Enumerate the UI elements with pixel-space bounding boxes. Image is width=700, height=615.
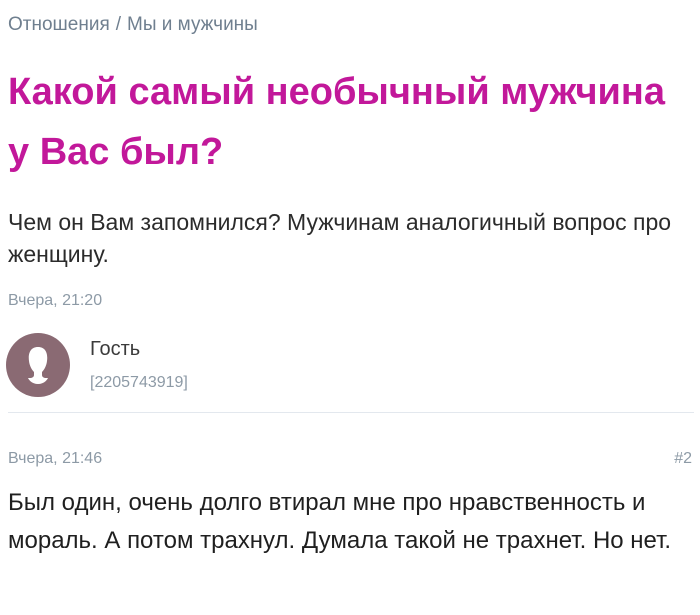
answer-date: Вчера, 21:46: [8, 450, 103, 467]
question-date: Вчера, 21:20: [8, 292, 103, 309]
answer-text: Был один, очень долго втирал мне про нра…: [8, 489, 672, 554]
author-block: Гость [2205743919]: [6, 330, 188, 400]
divider: [8, 412, 694, 413]
breadcrumb-separator: /: [115, 14, 122, 35]
question-text: Чем он Вам запомнился? Мужчинам аналогич…: [8, 209, 672, 267]
breadcrumb-link-current[interactable]: Мы и мужчины: [127, 14, 258, 35]
answer-number[interactable]: #2: [674, 450, 692, 468]
breadcrumb: Отношения / Мы и мужчины: [8, 14, 258, 36]
page-title: Какой самый необычный мужчина у Вас был?: [8, 71, 665, 173]
page: Отношения / Мы и мужчины Какой самый необы…: [0, 0, 700, 615]
breadcrumb-link-parent[interactable]: Отношения: [8, 14, 110, 35]
avatar[interactable]: [6, 333, 70, 397]
user-silhouette-icon: [28, 347, 48, 384]
author-name[interactable]: Гость: [90, 336, 188, 362]
author-id: [2205743919]: [90, 374, 188, 391]
author-info: Гость [2205743919]: [90, 336, 188, 394]
